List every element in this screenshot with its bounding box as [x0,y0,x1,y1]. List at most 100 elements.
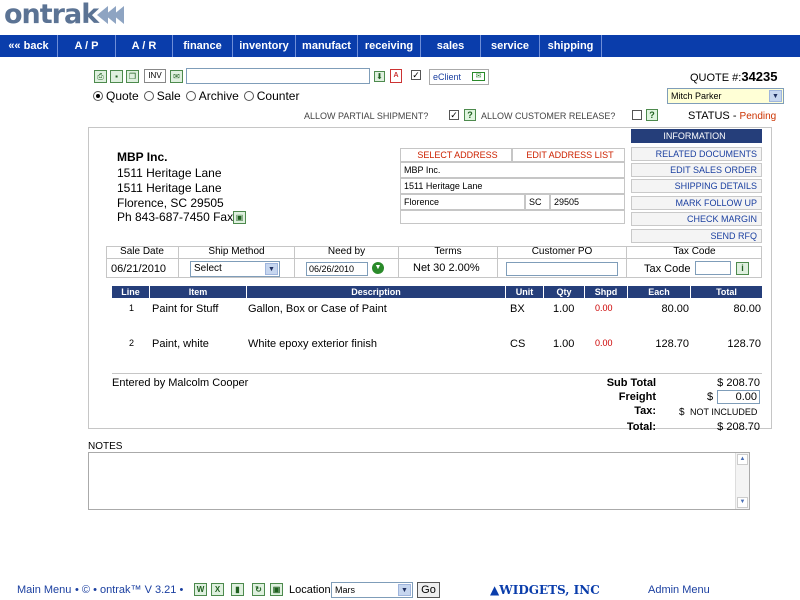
release-help-icon[interactable]: ? [646,109,658,121]
nav-ap[interactable]: A / P [58,35,116,57]
edit-sales-order-button[interactable]: EDIT SALES ORDER [631,163,762,177]
version-text: • © • ontrak™ V 3.21 • [75,584,184,596]
related-documents-button[interactable]: RELATED DOCUMENTS [631,147,762,161]
mark-follow-up-button[interactable]: MARK FOLLOW UP [631,196,762,210]
information-button[interactable]: INFORMATION [631,129,762,143]
table-row[interactable]: 1 Paint for Stuff Gallon, Box or Case of… [112,301,762,319]
notes-label: NOTES [88,441,123,452]
sale-date-label: Sale Date [106,246,179,259]
freight-label: Freight [618,391,656,403]
customer-phone-line: Ph 843-687-7450 Fax [117,210,233,224]
eclient-checkbox[interactable]: ✓ [411,70,421,80]
terms-label: Terms [399,246,498,259]
nav-back[interactable]: «« back [0,35,58,57]
tax-label: Tax: [634,405,656,417]
nav-inventory[interactable]: inventory [233,35,296,57]
scroll-down-icon[interactable]: ▼ [737,497,748,508]
location-select[interactable]: Mars ▼ [331,582,413,598]
nav-ar[interactable]: A / R [116,35,173,57]
check-margin-button[interactable]: CHECK MARGIN [631,212,762,226]
eclient-button[interactable]: eClient ✉ [429,69,489,85]
notes-textarea[interactable]: ▲ ▼ [88,452,750,510]
print-icon[interactable]: ⎙ [94,70,107,83]
customer-po-label: Customer PO [498,246,627,259]
address-city-field[interactable]: Florence [400,194,525,210]
pdf-icon[interactable]: A [390,69,402,83]
nav-sales[interactable]: sales [421,35,481,57]
quote-number-value: 34235 [741,69,778,84]
col-qty: Qty [544,286,584,298]
address-street-field[interactable]: 1511 Heritage Lane [400,178,625,194]
user-select[interactable]: Mitch Parker ▼ [667,88,784,104]
radio-archive[interactable] [185,91,196,101]
info-icon[interactable]: i [736,262,749,275]
ship-method-value: Select [194,263,222,274]
col-description: Description [247,286,505,298]
download-icon[interactable]: ⬇ [374,71,385,82]
fax-icon[interactable]: ▣ [233,211,246,224]
row-line: 1 [129,303,135,313]
customer-release-checkbox[interactable] [632,110,642,120]
radio-counter[interactable] [243,91,254,101]
chevron-down-icon: ▼ [398,584,411,596]
table-row[interactable]: 2 Paint, white White epoxy exterior fini… [112,336,762,354]
status-label: STATUS - [688,110,737,122]
calendar-icon[interactable]: ▼ [372,262,384,274]
partial-help-icon[interactable]: ? [464,109,476,121]
customer-po-input[interactable] [506,262,618,276]
ship-method-select[interactable]: Select ▼ [190,261,280,277]
main-nav: «« back A / P A / R finance inventory ma… [0,35,800,57]
row-shpd: 0.00 [595,303,613,313]
nav-receiving[interactable]: receiving [358,35,421,57]
tax-code-input[interactable] [695,261,731,275]
sale-date-value: 06/21/2010 [111,263,167,275]
scroll-up-icon[interactable]: ▲ [737,454,748,465]
row-item: Paint, white [152,338,209,350]
shipping-details-button[interactable]: SHIPPING DETAILS [631,179,762,193]
logo-text: ontrak [4,0,99,30]
select-address-link[interactable]: SELECT ADDRESS [400,148,512,162]
nav-finance[interactable]: finance [173,35,233,57]
edit-address-list-link[interactable]: EDIT ADDRESS LIST [512,148,625,162]
total-value: $ 208.70 [717,421,760,433]
nav-service[interactable]: service [481,35,540,57]
refresh-icon[interactable]: ↻ [252,583,265,596]
col-item: Item [150,286,246,298]
lock-icon[interactable]: ▣ [270,583,283,596]
radio-quote[interactable] [93,91,103,101]
radio-sale[interactable] [143,91,154,101]
inv-button[interactable]: INV [144,69,166,83]
send-rfq-button[interactable]: SEND RFQ [631,229,762,243]
ship-method-label: Ship Method [179,246,295,259]
address-state-field[interactable]: SC [525,194,550,210]
nav-shipping[interactable]: shipping [540,35,602,57]
need-by-label: Need by [295,246,399,259]
email-icon[interactable]: ✉ [170,70,183,83]
tax-code-label: Tax Code [627,246,762,259]
admin-menu-link[interactable]: Admin Menu [648,584,710,596]
allow-release-label: ALLOW CUSTOMER RELEASE? [481,111,616,121]
address-extra-field[interactable] [400,210,625,224]
location-label: Location [289,584,331,596]
go-button[interactable]: Go [417,582,440,598]
subtotal-value: $ 208.70 [717,377,760,389]
notes-scrollbar[interactable]: ▲ ▼ [735,453,749,509]
freight-input[interactable]: 0.00 [717,390,760,404]
partial-shipment-checkbox[interactable]: ✓ [449,110,459,120]
need-by-input[interactable]: 06/26/2010 [306,262,368,276]
copy-icon[interactable]: ❐ [126,70,139,83]
tax-value: NOT INCLUDED [690,407,758,417]
address-name-field[interactable]: MBP Inc. [400,162,625,178]
save-icon[interactable]: ▪ [110,70,123,83]
chart-icon[interactable]: ▮ [231,583,244,596]
address-zip-field[interactable]: 29505 [550,194,625,210]
quote-search-input[interactable] [186,68,370,84]
nav-manufact[interactable]: manufact [296,35,358,57]
quote-label: QUOTE #: [690,72,742,84]
word-icon[interactable]: W [194,583,207,596]
row-item: Paint for Stuff [152,303,219,315]
triangle-icon: ▲ [490,583,500,597]
main-menu-link[interactable]: Main Menu [17,584,71,596]
excel-icon[interactable]: X [211,583,224,596]
customer-phone: Ph 843-687-7450 [117,210,210,224]
